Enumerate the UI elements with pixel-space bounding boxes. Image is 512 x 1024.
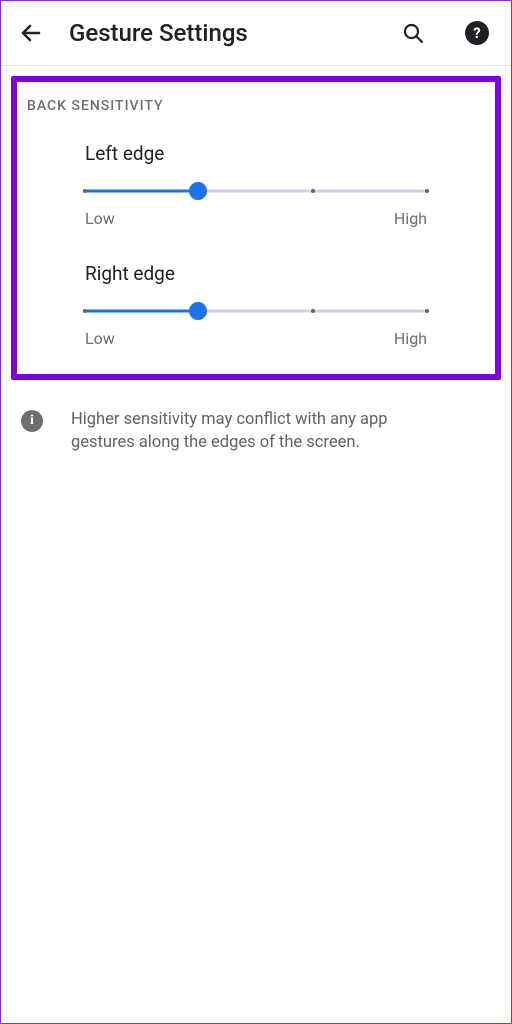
low-label: Low xyxy=(85,329,115,348)
left-edge-slider-block: Left edge Low High xyxy=(25,142,487,228)
info-text: Higher sensitivity may conflict with any… xyxy=(71,408,431,454)
help-button[interactable]: ? xyxy=(463,19,491,47)
info-row: i Higher sensitivity may conflict with a… xyxy=(1,380,511,454)
app-header: Gesture Settings ? xyxy=(1,1,511,66)
left-edge-slider[interactable] xyxy=(85,183,427,199)
info-icon: i xyxy=(21,410,43,432)
right-edge-slider-block: Right edge Low High xyxy=(25,262,487,348)
section-label: BACK SENSITIVITY xyxy=(27,98,487,114)
high-label: High xyxy=(394,209,427,228)
slider-thumb[interactable] xyxy=(189,182,207,200)
arrow-left-icon xyxy=(19,21,43,45)
page-title: Gesture Settings xyxy=(69,19,363,47)
left-edge-range-labels: Low High xyxy=(85,209,427,228)
right-edge-slider[interactable] xyxy=(85,303,427,319)
back-button[interactable] xyxy=(17,19,45,47)
right-edge-range-labels: Low High xyxy=(85,329,427,348)
search-button[interactable] xyxy=(399,19,427,47)
search-icon xyxy=(401,21,425,45)
right-edge-label: Right edge xyxy=(85,262,427,285)
slider-thumb[interactable] xyxy=(189,302,207,320)
left-edge-label: Left edge xyxy=(85,142,427,165)
high-label: High xyxy=(394,329,427,348)
low-label: Low xyxy=(85,209,115,228)
back-sensitivity-section: BACK SENSITIVITY Left edge Low High Righ… xyxy=(11,76,501,380)
help-icon: ? xyxy=(465,21,489,45)
